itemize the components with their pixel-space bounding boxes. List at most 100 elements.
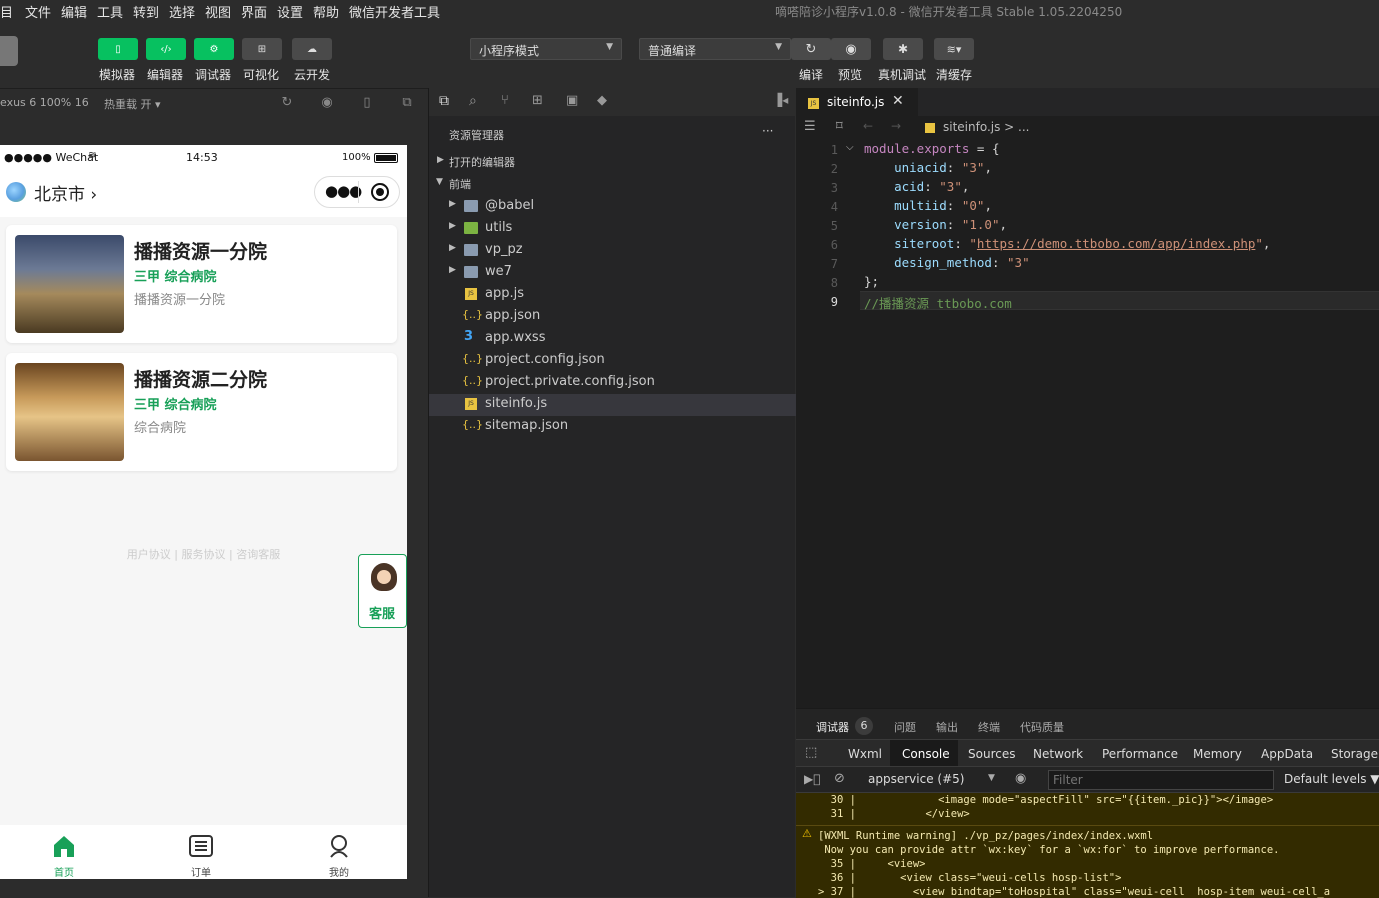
eye-icon[interactable]: ◉ (1015, 771, 1026, 786)
menu-select[interactable]: 选择 (169, 2, 195, 21)
clear-cache-button[interactable]: ≋▾ (934, 38, 974, 60)
compile-button[interactable]: ↻ (791, 38, 831, 60)
code-line[interactable]: siteroot: "https://demo.ttbobo.com/app/i… (864, 236, 1270, 251)
code-line[interactable]: version: "1.0", (864, 217, 1007, 232)
file-tree-item[interactable]: {..} sitemap.json (429, 416, 796, 438)
preview-button[interactable]: ◉ (831, 38, 871, 60)
code-line[interactable]: multiid: "0", (864, 198, 992, 213)
tab-appdata[interactable]: AppData (1261, 747, 1313, 761)
fold-chevron-icon[interactable]: ⌵ (846, 142, 854, 153)
menu-settings[interactable]: 设置 (277, 2, 303, 21)
code-line[interactable]: uniacid: "3", (864, 160, 992, 175)
tab-memory[interactable]: Memory (1193, 747, 1242, 761)
tab-performance[interactable]: Performance (1102, 747, 1178, 761)
console-filter-input[interactable] (1048, 770, 1274, 790)
tab-code-quality[interactable]: 代码质量 (1020, 719, 1064, 735)
menu-wechat-devtools[interactable]: 微信开发者工具 (349, 2, 440, 21)
menu-project[interactable]: 目 (0, 2, 13, 21)
search-icon[interactable]: ⌕ (469, 93, 477, 109)
files-icon[interactable]: ⧉ (439, 93, 449, 109)
cloud-button[interactable]: ☁ (292, 38, 332, 60)
menu-help[interactable]: 帮助 (313, 2, 339, 21)
city-selector[interactable]: 北京市 › (34, 180, 97, 205)
tab-orders[interactable]: 订单 (161, 825, 241, 879)
extensions-icon[interactable]: ⊞ (532, 93, 543, 108)
tab-output[interactable]: 输出 (936, 719, 958, 735)
close-icon[interactable]: ✕ (892, 93, 904, 109)
tab-mine[interactable]: 我的 (299, 825, 379, 879)
file-tree-item[interactable]: ▶ we7 (429, 262, 796, 284)
remote-debug-button[interactable]: ✱ (883, 38, 923, 60)
list-icon[interactable]: ☰ (804, 119, 816, 134)
hospital-card[interactable]: 播播资源一分院 三甲 综合病院 播播资源一分院 (6, 225, 397, 343)
tab-problems[interactable]: 问题 (894, 719, 916, 735)
git-icon[interactable]: ⑂ (501, 93, 509, 108)
file-tree-item[interactable]: ▶ vp_pz (429, 240, 796, 262)
project-section[interactable]: ▼ 前端 (429, 174, 796, 196)
file-tree-item[interactable]: 3 app.wxss (429, 328, 796, 350)
popout-icon[interactable]: ⧉ (399, 95, 415, 111)
customer-service-button[interactable]: 客服 (358, 554, 407, 628)
phone-icon[interactable]: ▯ (359, 95, 375, 111)
visual-button[interactable]: ⊞ (242, 38, 282, 60)
more-icon[interactable]: ●●● (325, 182, 362, 200)
file-tree-item[interactable]: {..} project.private.config.json (429, 372, 796, 394)
file-tree-item[interactable]: {..} app.json (429, 306, 796, 328)
bookmark-icon[interactable]: ⌑ (836, 119, 843, 134)
tab-home[interactable]: 首页 (24, 825, 104, 879)
editor-button[interactable]: ‹/› (146, 38, 186, 60)
tab-console[interactable]: Console (902, 747, 950, 761)
menu-file[interactable]: 文件 (25, 2, 51, 21)
file-tree-item[interactable]: ▶ @babel (429, 196, 796, 218)
code-line[interactable]: module.exports = { (864, 141, 999, 156)
close-miniprogram-icon[interactable] (371, 183, 389, 201)
footer-links[interactable]: 用户协议 | 服务协议 | 咨询客服 (0, 546, 407, 562)
tab-terminal[interactable]: 终端 (978, 719, 1000, 735)
debugger-button[interactable]: ⚙ (194, 38, 234, 60)
file-tree-item[interactable]: JS siteinfo.js (429, 394, 796, 416)
tab-storage[interactable]: Storage (1331, 747, 1378, 761)
levels-select[interactable]: Default levels ▼ (1284, 772, 1379, 786)
file-tree-item[interactable]: {..} project.config.json (429, 350, 796, 372)
sidebar-toggle-icon[interactable]: ▶⃞ (804, 772, 820, 786)
outline-icon[interactable]: ▣ (566, 93, 578, 108)
record-icon[interactable]: ◉ (319, 95, 335, 111)
code-line[interactable]: //播播资源 ttbobo.com (864, 293, 1012, 312)
rotate-icon[interactable]: ↻ (279, 95, 295, 111)
tab-sources[interactable]: Sources (968, 747, 1015, 761)
tab-network[interactable]: Network (1033, 747, 1083, 761)
file-tree-item[interactable]: ▶ utils (429, 218, 796, 240)
device-select[interactable]: exus 6 100% 16 (0, 96, 89, 109)
menu-interface[interactable]: 界面 (241, 2, 267, 21)
explorer-more-button[interactable]: ··· (762, 124, 773, 138)
tab-wxml[interactable]: Wxml (848, 747, 882, 761)
open-editors-section[interactable]: ▶ 打开的编辑器 (429, 152, 796, 174)
context-select[interactable]: appservice (#5) (868, 772, 964, 786)
compile-select-value: 普通编译 (648, 44, 697, 58)
hospital-card[interactable]: 播播资源二分院 三甲 综合病院 综合病院 (6, 353, 397, 471)
mode-select[interactable]: 小程序模式 ▼ (470, 38, 622, 60)
collapse-panel-icon[interactable]: ▐◂ (773, 93, 788, 107)
inspect-icon[interactable]: ⬚ (805, 745, 817, 760)
editor-tab[interactable]: JS siteinfo.js ✕ (796, 88, 918, 116)
code-line[interactable]: acid: "3", (864, 179, 969, 194)
user-icon (330, 835, 348, 858)
menu-tools[interactable]: 工具 (97, 2, 123, 21)
code-line[interactable]: }; (864, 274, 879, 289)
back-icon[interactable]: ← (863, 119, 873, 133)
tab-debugger[interactable]: 调试器 (816, 719, 849, 735)
forward-icon[interactable]: → (891, 119, 901, 133)
clear-console-icon[interactable]: ⊘ (834, 771, 845, 786)
menu-goto[interactable]: 转到 (133, 2, 159, 21)
eye-icon: ◉ (845, 41, 857, 57)
hotreload-toggle[interactable]: 热重载 开 ▾ (104, 96, 161, 112)
file-tree-item[interactable]: JS app.js (429, 284, 796, 306)
code-line[interactable]: design_method: "3" (864, 255, 1029, 270)
menu-edit[interactable]: 编辑 (61, 2, 87, 21)
avatar[interactable] (0, 36, 18, 66)
compile-select[interactable]: 普通编译 ▼ (639, 38, 791, 60)
simulator-button[interactable]: ▯ (98, 38, 138, 60)
breadcrumb-path[interactable]: siteinfo.js > ... (943, 120, 1030, 134)
docker-icon[interactable]: ◆ (597, 93, 607, 108)
menu-view[interactable]: 视图 (205, 2, 231, 21)
